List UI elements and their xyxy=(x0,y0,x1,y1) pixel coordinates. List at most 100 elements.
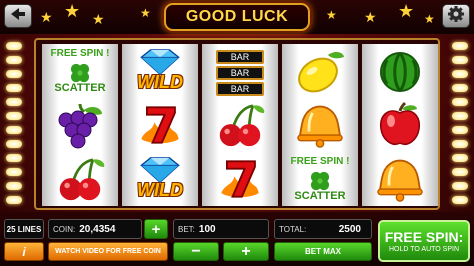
watch-video-button[interactable]: WATCH VIDEO FOR FREE COIN xyxy=(48,242,168,261)
light-bulb xyxy=(452,70,468,78)
light-bulb xyxy=(452,126,468,134)
symbol-cherry xyxy=(202,98,278,152)
reel-frame: FREE SPIN ! SCATTER WILD WILD BAR BAR BA… xyxy=(34,38,440,210)
bet-display: BET: 100 xyxy=(173,219,269,239)
gear-icon xyxy=(447,5,465,28)
light-bulb xyxy=(452,154,468,162)
top-bar: ★ ★ ★ ★ GOOD LUCK ★ ★ ★ ★ xyxy=(0,0,474,34)
light-bulb xyxy=(452,140,468,148)
plus-icon: + xyxy=(241,242,251,260)
add-coin-button[interactable]: + xyxy=(144,219,168,239)
total-label: TOTAL: xyxy=(279,224,307,234)
symbol-watermelon xyxy=(362,44,438,98)
bar-stack: BAR BAR BAR xyxy=(216,50,264,96)
seven-icon xyxy=(212,155,268,203)
symbol-bell xyxy=(282,98,358,152)
cherry-icon xyxy=(212,102,268,148)
bar-plate: BAR xyxy=(216,82,264,96)
title-banner: GOOD LUCK xyxy=(164,3,310,31)
info-icon: i xyxy=(22,244,26,259)
symbol-free-spin-scatter: FREE SPIN ! SCATTER xyxy=(282,152,358,206)
light-bulb xyxy=(452,98,468,106)
reel-5 xyxy=(362,44,438,206)
seven-icon xyxy=(132,101,188,149)
page-title: GOOD LUCK xyxy=(185,8,289,25)
symbol-free-spin-scatter: FREE SPIN ! SCATTER xyxy=(42,44,118,98)
light-bulb xyxy=(6,56,22,64)
bar-label: BAR xyxy=(230,52,250,62)
bet-max-button[interactable]: BET MAX xyxy=(274,242,372,261)
bell-icon xyxy=(372,156,428,202)
symbol-wild: WILD xyxy=(122,152,198,206)
bet-value: 100 xyxy=(198,223,216,235)
settings-button[interactable] xyxy=(442,4,470,28)
light-bulb xyxy=(6,84,22,92)
reel-2: WILD WILD xyxy=(122,44,198,206)
symbol-wild: WILD xyxy=(122,44,198,98)
light-bulb xyxy=(452,84,468,92)
star-icon: ★ xyxy=(92,11,105,27)
light-bulb xyxy=(452,56,468,64)
light-bulb xyxy=(6,70,22,78)
light-bulb xyxy=(6,126,22,134)
light-bulb xyxy=(6,140,22,148)
star-icon: ★ xyxy=(424,12,435,26)
lemon-icon xyxy=(298,51,344,93)
light-bulb xyxy=(452,112,468,120)
bet-label: BET: xyxy=(178,224,195,234)
light-bulb xyxy=(6,168,22,176)
symbol-bar: BAR BAR BAR xyxy=(202,44,278,98)
free-spin-label: FREE SPIN ! xyxy=(50,48,110,59)
light-bulb xyxy=(452,182,468,190)
free-spin-label: FREE SPIN: xyxy=(384,229,464,245)
free-spin-button[interactable]: FREE SPIN: HOLD TO AUTO SPIN xyxy=(378,220,470,262)
bell-icon xyxy=(292,102,348,148)
decrease-bet-button[interactable]: − xyxy=(173,242,219,261)
left-light-strip xyxy=(4,38,24,210)
bar-label: BAR xyxy=(230,84,250,94)
symbol-seven xyxy=(122,98,198,152)
reel-4: FREE SPIN ! SCATTER xyxy=(282,44,358,206)
bar-label: BAR xyxy=(230,68,250,78)
star-icon: ★ xyxy=(40,9,53,25)
reel-1: FREE SPIN ! SCATTER xyxy=(42,44,118,206)
coin-value: 20,4354 xyxy=(79,223,116,235)
symbol-apple xyxy=(362,98,438,152)
light-bulb xyxy=(452,168,468,176)
watermelon-icon xyxy=(380,52,420,92)
info-button[interactable]: i xyxy=(4,242,44,261)
scatter-label: SCATTER xyxy=(54,82,106,94)
symbol-lemon xyxy=(282,44,358,98)
watch-video-label: WATCH VIDEO FOR FREE COIN xyxy=(55,248,161,255)
back-button[interactable] xyxy=(4,4,32,28)
light-bulb xyxy=(452,42,468,50)
star-icon: ★ xyxy=(140,6,151,20)
plus-icon: + xyxy=(151,220,161,238)
increase-bet-button[interactable]: + xyxy=(223,242,269,261)
back-icon xyxy=(10,7,26,26)
wild-label: WILD xyxy=(137,72,183,92)
lines-display[interactable]: 25 LINES xyxy=(4,219,44,239)
coin-display: COIN: 20,4354 xyxy=(48,219,142,239)
light-bulb xyxy=(6,112,22,120)
total-display: TOTAL: 2500 xyxy=(274,219,372,239)
star-icon: ★ xyxy=(64,1,81,21)
cherry-icon xyxy=(52,156,108,202)
minus-icon: − xyxy=(191,242,201,260)
reel-3: BAR BAR BAR xyxy=(202,44,278,206)
scatter-label: SCATTER xyxy=(294,190,346,202)
symbol-cherry xyxy=(42,152,118,206)
hold-auto-spin-label: HOLD TO AUTO SPIN xyxy=(388,246,460,253)
coin-label: COIN: xyxy=(53,224,76,234)
free-spin-label: FREE SPIN ! xyxy=(290,156,350,167)
light-bulb xyxy=(6,182,22,190)
light-bulb xyxy=(6,196,22,204)
total-value: 2500 xyxy=(338,223,361,235)
right-light-strip xyxy=(450,38,470,210)
bar-plate: BAR xyxy=(216,50,264,64)
star-icon: ★ xyxy=(326,8,337,22)
light-bulb xyxy=(6,98,22,106)
star-icon: ★ xyxy=(398,1,415,21)
bar-plate: BAR xyxy=(216,66,264,80)
light-bulb xyxy=(6,42,22,50)
